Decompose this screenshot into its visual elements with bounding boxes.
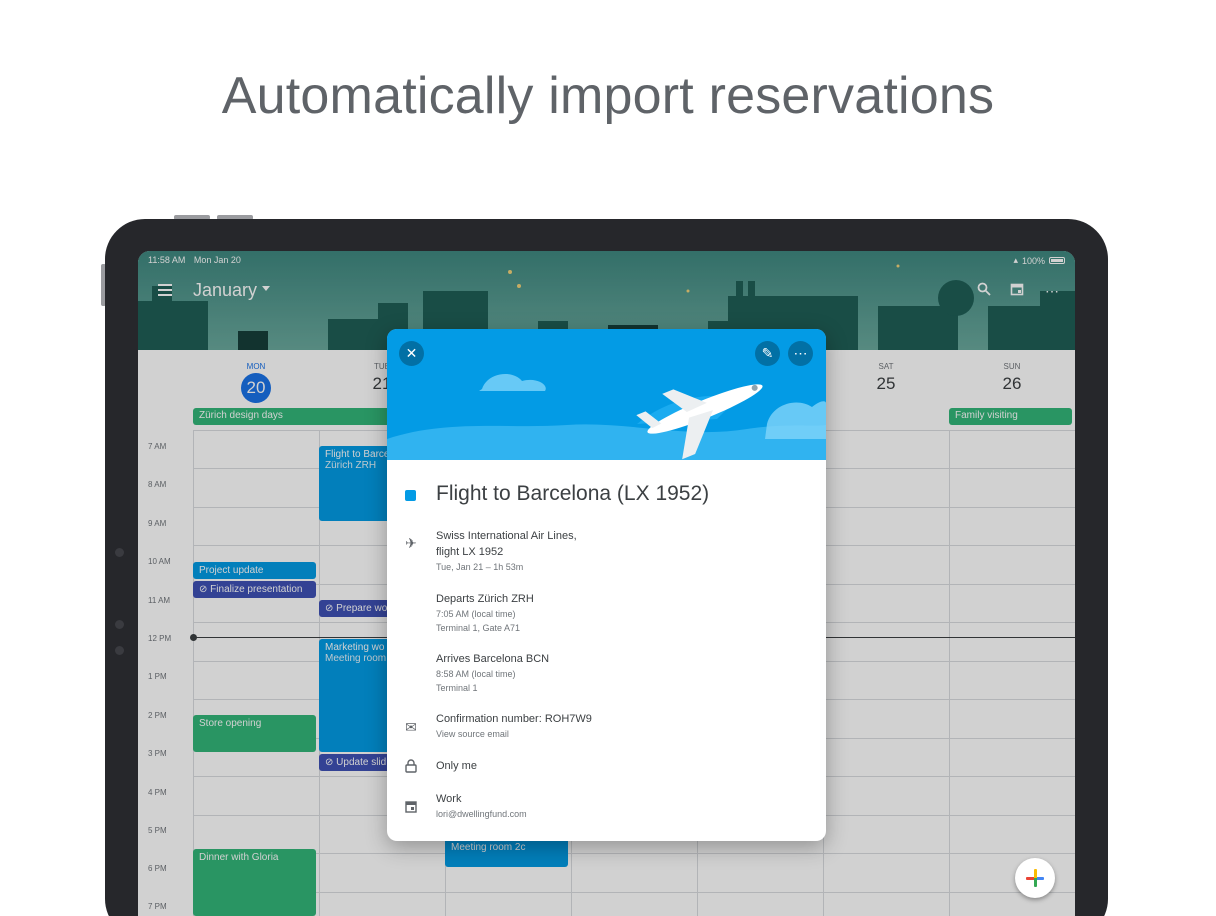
arrival-time: 8:58 AM (local time): [436, 669, 516, 679]
mail-icon: ✉: [405, 719, 417, 735]
visibility-details: Only me: [436, 758, 796, 774]
camera: [115, 646, 124, 655]
flight-date-duration: Tue, Jan 21 – 1h 53m: [436, 562, 524, 572]
calendar-email: lori@dwellingfund.com: [436, 809, 527, 819]
airline-name: Swiss International Air Lines,: [436, 530, 577, 542]
edit-icon[interactable]: ✎: [755, 341, 780, 366]
headline: Automatically import reservations: [221, 67, 995, 125]
add-icon[interactable]: [1015, 858, 1055, 898]
camera: [115, 548, 124, 557]
lock-icon: [403, 759, 419, 775]
close-icon[interactable]: ✕: [399, 341, 424, 366]
airline-details: Swiss International Air Lines, flight LX…: [436, 528, 796, 574]
event-color-swatch: [405, 490, 416, 501]
calendar-name: Work: [436, 793, 462, 805]
event-title: Flight to Barcelona (LX 1952): [436, 482, 710, 505]
confirmation-details: Confirmation number: ROH7W9 View source …: [436, 711, 796, 741]
departure-time: 7:05 AM (local time): [436, 609, 516, 619]
calendar-details: Work lori@dwellingfund.com: [436, 791, 796, 821]
camera: [115, 620, 124, 629]
visibility-label: Only me: [436, 760, 477, 772]
confirmation-number: Confirmation number: ROH7W9: [436, 713, 592, 725]
arrival-details: Arrives Barcelona BCN 8:58 AM (local tim…: [436, 651, 796, 695]
view-source-email-link[interactable]: View source email: [436, 727, 796, 741]
arrival-terminal: Terminal 1: [436, 683, 478, 693]
flight-number: flight LX 1952: [436, 546, 504, 558]
departure-gate: Terminal 1, Gate A71: [436, 623, 521, 633]
more-icon[interactable]: ⋯: [788, 341, 813, 366]
departure-title: Departs Zürich ZRH: [436, 593, 534, 605]
departure-details: Departs Zürich ZRH 7:05 AM (local time) …: [436, 591, 796, 635]
airplane-icon: ✈: [405, 535, 417, 551]
event-detail-card: ✕ ✎ ⋯ Flight to Barcelona (LX 1952) ✈ Sw…: [387, 329, 826, 841]
calendar-icon: [403, 800, 419, 816]
arrival-title: Arrives Barcelona BCN: [436, 653, 550, 665]
flight-illustration: ✕ ✎ ⋯: [387, 329, 826, 460]
